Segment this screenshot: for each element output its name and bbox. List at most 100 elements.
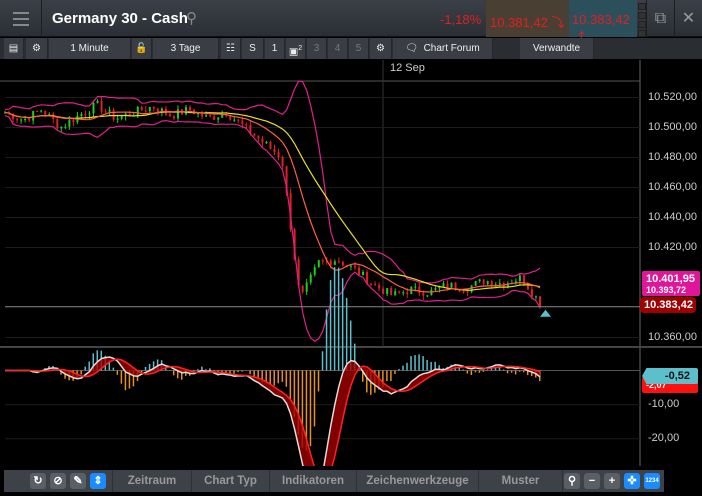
candle-body: [382, 288, 385, 294]
indicators-button[interactable]: Indikatoren: [270, 470, 357, 492]
moving-average-fast: [4, 110, 541, 293]
candle-body: [205, 115, 208, 117]
histogram-bar: [414, 355, 416, 371]
lock-icon[interactable]: 🔓: [132, 38, 152, 59]
menu-button[interactable]: [0, 0, 42, 37]
candle-body: [44, 110, 47, 115]
candle-body: [490, 281, 493, 286]
zoom-search-icon[interactable]: ⚲: [564, 473, 580, 489]
histogram-bar: [398, 368, 400, 371]
search-icon[interactable]: ⚲: [186, 9, 197, 27]
histogram-bar: [506, 370, 509, 374]
histogram-bar: [241, 370, 243, 372]
last-price-tag: 10.383,42: [640, 297, 696, 313]
sell-price-button[interactable]: 10.381,42 ⤵: [486, 0, 569, 37]
histogram-bar: [80, 370, 82, 375]
histogram-bar: [430, 361, 432, 371]
data-window-icon[interactable]: 1234: [644, 473, 660, 489]
candle-body: [116, 118, 119, 120]
macd-tag: -0,52: [642, 368, 698, 384]
close-icon[interactable]: ✕: [674, 0, 702, 37]
settings-gear-icon[interactable]: ⚙: [370, 38, 392, 59]
candle-body: [185, 107, 188, 115]
popout-icon[interactable]: ⧉: [646, 0, 674, 37]
candle-body: [265, 142, 268, 144]
histogram-bar: [285, 370, 288, 387]
instrument-title: Germany 30 - Cash: [52, 10, 188, 27]
candle-body: [168, 114, 171, 117]
histogram-bar: [237, 370, 239, 373]
histogram-bar: [249, 370, 251, 375]
histogram-bar: [474, 370, 477, 373]
layout-1-button[interactable]: 1: [265, 38, 285, 59]
interval-select[interactable]: 1 Minute: [49, 38, 131, 59]
histogram-bar: [273, 370, 276, 386]
candle-body: [309, 274, 312, 283]
candle-body: [92, 103, 95, 114]
candle-body: [398, 291, 401, 293]
patterns-button[interactable]: Muster: [479, 470, 563, 492]
position-marker: [540, 309, 551, 317]
no-entry-icon[interactable]: ⊘: [50, 473, 66, 489]
candle-body: [518, 275, 521, 282]
crosshair-icon[interactable]: ✜: [624, 473, 640, 489]
candle-body: [68, 120, 71, 127]
depth-indicator: [638, 3, 646, 37]
refresh-icon[interactable]: ↻: [30, 473, 46, 489]
chart-area[interactable]: 12 Sep 10.520,00 10.500,00 10.480,00 10.460…: [0, 60, 702, 496]
candle-body: [56, 119, 59, 129]
candle-body: [474, 281, 477, 286]
price-tick-label: 10.460,00: [648, 180, 697, 193]
calendar-icon[interactable]: ☷: [221, 38, 241, 59]
histogram-bar: [510, 370, 513, 373]
drawing-tools-button[interactable]: Zeichenwerkzeuge: [357, 470, 479, 492]
macd-line: [5, 356, 541, 496]
chart-type-button[interactable]: Chart Typ: [192, 470, 270, 492]
scroll-updown-icon[interactable]: ⇕: [90, 473, 106, 489]
histogram-bar: [233, 370, 235, 374]
price-chart[interactable]: [0, 60, 702, 496]
list-icon[interactable]: ▤: [4, 38, 24, 59]
layout-2-button[interactable]: ▣2: [286, 38, 306, 59]
histogram-bar: [197, 369, 199, 371]
histogram-bar: [518, 370, 521, 372]
pencil-icon[interactable]: ✎: [70, 473, 86, 489]
s-button[interactable]: S: [242, 38, 264, 59]
candle-body: [120, 116, 123, 119]
zoom-in-icon[interactable]: +: [604, 473, 620, 489]
indicator-tick-label: -10,00: [648, 397, 680, 410]
candle-body: [386, 288, 389, 294]
histogram-bar: [462, 369, 465, 371]
macd-fill: [5, 357, 540, 496]
price-tick-label: 10.500,00: [648, 120, 697, 133]
candle-body: [486, 281, 489, 285]
buy-price-button[interactable]: 10.383,42 ⤴: [569, 0, 637, 45]
layout-5-button[interactable]: 5: [349, 38, 369, 59]
candle-body: [245, 124, 248, 126]
layout-4-button[interactable]: 4: [328, 38, 348, 59]
percent-change: -1,18%: [440, 12, 482, 27]
histogram-bar: [112, 367, 115, 371]
histogram-bar: [345, 297, 348, 371]
candle-body: [217, 117, 220, 120]
candle-body: [478, 279, 481, 282]
chart-forum-button[interactable]: 🗨 Chart Forum: [393, 38, 493, 59]
candle-body: [273, 148, 276, 153]
histogram-bar: [341, 278, 344, 371]
layout-3-button[interactable]: 3: [307, 38, 327, 59]
zoom-out-icon[interactable]: −: [584, 473, 600, 489]
related-button[interactable]: Verwandte: [520, 38, 594, 59]
candle-body: [112, 109, 115, 120]
histogram-bar: [402, 365, 404, 371]
range-select[interactable]: 3 Tage: [153, 38, 219, 59]
candle-body: [390, 288, 393, 296]
histogram-bar: [269, 370, 271, 384]
candle-body: [353, 265, 356, 268]
candle-body: [341, 261, 344, 266]
zeitraum-button[interactable]: Zeitraum: [112, 470, 192, 492]
gear-icon[interactable]: ⚙: [26, 38, 48, 59]
candle-body: [305, 282, 308, 292]
candle-body: [269, 142, 272, 149]
histogram-bar: [422, 356, 424, 371]
histogram-bar: [410, 356, 412, 371]
